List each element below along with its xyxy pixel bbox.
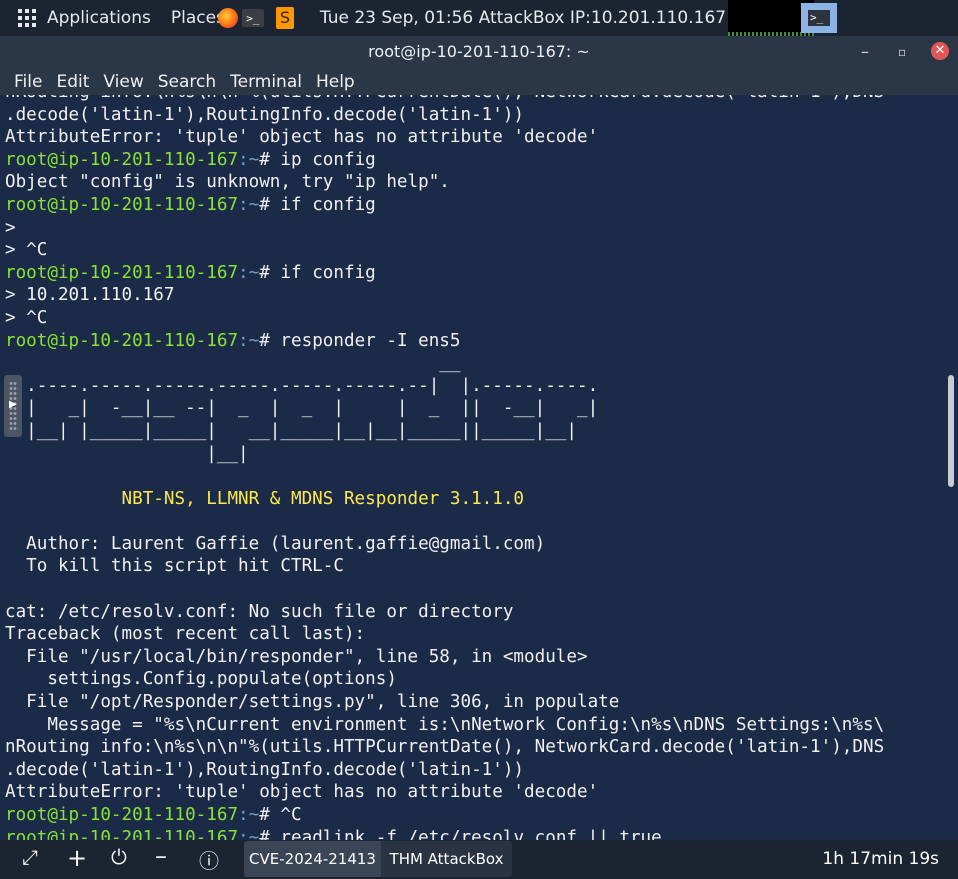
- minimize-button[interactable]: –: [861, 42, 869, 61]
- places-menu[interactable]: Places >_: [170, 0, 294, 36]
- fullscreen-icon[interactable]: ⤢: [22, 845, 38, 869]
- prompt-user: root@ip-10-201-110-167: [5, 827, 239, 840]
- terminal-output-line: > ^C: [5, 240, 48, 261]
- terminal-icon: >_: [808, 10, 830, 26]
- window-title: root@ip-10-201-110-167: ~: [368, 42, 590, 61]
- terminal-output-line: > 10.201.110.167: [5, 285, 175, 306]
- prompt-user: root@ip-10-201-110-167: [5, 330, 239, 351]
- terminal-taskbar-button[interactable]: >_: [801, 3, 837, 33]
- datetime-ip-label: Tue 23 Sep, 01:56 AttackBox IP:10.201.11…: [319, 8, 727, 28]
- info-icon[interactable]: ⓘ: [199, 845, 219, 874]
- power-icon[interactable]: ⏻: [111, 845, 127, 869]
- command-text: ^C: [280, 805, 302, 825]
- terminal-output[interactable]: nRouting info:\n%s\n\n"%(utils.HTTPCurre…: [0, 95, 944, 840]
- terminal-output-line: nRouting info:\n%s\n\n"%(utils.HTTPCurre…: [5, 95, 884, 104]
- terminal-lines: nRouting info:\n%s\n\n"%(utils.HTTPCurre…: [5, 95, 884, 840]
- terminal-output-line: File "/usr/local/bin/responder", line 58…: [5, 646, 588, 667]
- terminal-output-line: nRouting info:\n%s\n\n"%(utils.HTTPCurre…: [5, 737, 885, 758]
- menu-file[interactable]: File: [14, 72, 42, 92]
- terminal-output-line: .decode('latin-1'),RoutingInfo.decode('l…: [5, 104, 525, 125]
- expand-arrow-icon: ▶: [9, 399, 17, 410]
- maximize-button[interactable]: ▫: [898, 45, 906, 59]
- prompt-symbol: #: [259, 805, 281, 825]
- terminal-output-line: NBT-NS, LLMNR & MDNS Responder 3.1.1.0: [5, 488, 525, 509]
- menu-search[interactable]: Search: [158, 72, 216, 92]
- prompt-symbol: #: [259, 149, 281, 170]
- terminal-command-line: root@ip-10-201-110-167:~# if config: [5, 262, 884, 285]
- bottom-taskbar: ⤢ + ⏻ – ⓘ CVE-2024-21413 THM AttackBox 1…: [0, 840, 958, 879]
- terminal-output-line: Author: Laurent Gaffie (laurent.gaffie@g…: [5, 533, 546, 554]
- terminal-output-line: |__| |_____|_____| __|_____|__|__|_____|…: [5, 420, 577, 441]
- applications-label: Applications: [47, 8, 151, 28]
- menu-help[interactable]: Help: [316, 72, 355, 92]
- prompt-path: :~: [238, 330, 260, 351]
- terminal-output-line: To kill this script hit CTRL-C: [5, 556, 344, 577]
- prompt-user: root@ip-10-201-110-167: [5, 194, 239, 215]
- prompt-user: root@ip-10-201-110-167: [5, 262, 239, 283]
- prompt-symbol: #: [259, 827, 281, 840]
- menu-edit[interactable]: Edit: [56, 72, 89, 92]
- add-icon[interactable]: +: [67, 844, 87, 872]
- scrollbar-thumb[interactable]: [948, 375, 954, 487]
- command-text: if config: [280, 194, 376, 215]
- terminal-output-line: AttributeError: 'tuple' object has no at…: [5, 127, 599, 148]
- terminal-command-line: root@ip-10-201-110-167:~# ^C: [5, 804, 884, 827]
- terminal-output-line: .decode('latin-1'),RoutingInfo.decode('l…: [5, 759, 525, 780]
- minimize-icon[interactable]: –: [155, 842, 167, 870]
- terminal-launcher-icon[interactable]: >_: [241, 9, 264, 27]
- prompt-symbol: #: [259, 262, 281, 283]
- side-panel-handle[interactable]: ▶: [4, 375, 22, 437]
- menu-view[interactable]: View: [103, 72, 143, 92]
- prompt-path: :~: [238, 805, 260, 825]
- applications-menu[interactable]: Applications: [0, 0, 151, 36]
- terminal-output-line: cat: /etc/resolv.conf: No such file or d…: [5, 601, 514, 622]
- command-text: if config: [280, 262, 376, 283]
- command-text: readlink -f /etc/resolv.conf || true: [280, 827, 662, 840]
- terminal-output-line: |__|: [5, 443, 249, 464]
- terminal-output-line: AttributeError: 'tuple' object has no at…: [5, 782, 599, 803]
- terminal-output-line: .----.-----.-----.-----.-----.-----.--| …: [5, 375, 599, 396]
- prompt-path: :~: [238, 149, 260, 170]
- clock-ip: Tue 23 Sep, 01:56 AttackBox IP:10.201.11…: [320, 0, 726, 36]
- prompt-path: :~: [238, 827, 260, 840]
- terminal-command-line: root@ip-10-201-110-167:~# ip config: [5, 149, 884, 172]
- app-grid-icon: [18, 9, 36, 27]
- menu-bar: File Edit View Search Terminal Help: [0, 68, 958, 95]
- command-text: ip config: [280, 149, 376, 170]
- terminal-output-line: > ^C: [5, 307, 48, 328]
- tab-cve-2024-21413[interactable]: CVE-2024-21413: [244, 841, 381, 877]
- terminal-command-line: root@ip-10-201-110-167:~# if config: [5, 194, 884, 217]
- terminal-output-line: | _| -__|__ --| _ | _ | | _ || -__| _|: [5, 398, 599, 419]
- firefox-icon[interactable]: [217, 8, 238, 28]
- terminal-output-line: settings.Config.populate(options): [5, 669, 397, 690]
- session-timer: 1h 17min 19s: [822, 849, 939, 869]
- terminal-command-line: root@ip-10-201-110-167:~# responder -I e…: [5, 330, 884, 353]
- terminal-output-line: __: [5, 353, 461, 374]
- prompt-user: root@ip-10-201-110-167: [5, 149, 239, 170]
- prompt-path: :~: [238, 262, 260, 283]
- terminal-output-line: Traceback (most recent call last):: [5, 624, 366, 645]
- prompt-path: :~: [238, 194, 260, 215]
- terminal-output-line: >: [5, 217, 16, 238]
- sublime-text-icon[interactable]: [275, 7, 294, 29]
- close-button[interactable]: ✕: [931, 42, 949, 60]
- prompt-user: root@ip-10-201-110-167: [5, 805, 239, 825]
- command-text: responder -I ens5: [280, 330, 461, 351]
- menu-terminal[interactable]: Terminal: [230, 72, 302, 92]
- places-label: Places: [170, 8, 225, 28]
- prompt-symbol: #: [259, 194, 281, 215]
- terminal-output-line: Message = "%s\nCurrent environment is:\n…: [5, 714, 885, 735]
- terminal-command-line: root@ip-10-201-110-167:~# readlink -f /e…: [5, 827, 884, 840]
- terminal-scrollbar[interactable]: [944, 95, 958, 840]
- terminal-output-line: Object "config" is unknown, try "ip help…: [5, 172, 450, 193]
- tab-thm-attackbox[interactable]: THM AttackBox: [381, 841, 512, 877]
- window-titlebar[interactable]: root@ip-10-201-110-167: ~ – ▫: [0, 36, 958, 68]
- terminal-output-line: File "/opt/Responder/settings.py", line …: [5, 692, 620, 713]
- prompt-symbol: #: [259, 330, 281, 351]
